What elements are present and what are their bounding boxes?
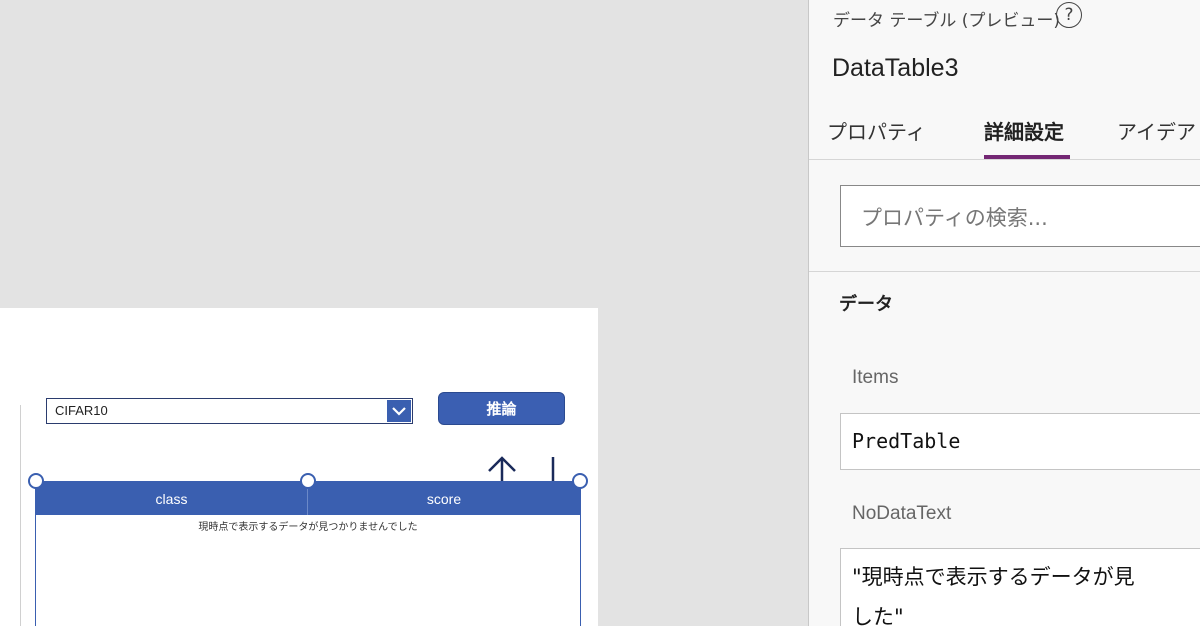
left-strip [0,405,21,626]
items-value: PredTable [852,429,961,453]
tab-advanced[interactable]: 詳細設定 [984,116,1064,145]
nodatatext-line-1: "現時点で表示するデータが見 [852,565,1135,589]
nodatatext-formula-field[interactable]: "現時点で表示するデータが見 した" [840,548,1200,626]
help-icon[interactable]: ? [1056,2,1082,28]
panel-tabs: プロパティ 詳細設定 アイデア [809,110,1200,160]
property-search-input[interactable]: プロパティの検索... [840,185,1200,247]
data-table[interactable]: class score 現時点で表示するデータが見つかりませんでした [35,481,581,626]
properties-panel: データ テーブル (プレビュー) ? DataTable3 プロパティ 詳細設定… [808,0,1200,626]
section-title-data: データ [839,294,893,315]
nodatatext-line-2: した" [852,605,904,626]
items-formula-field[interactable]: PredTable [840,413,1200,470]
design-canvas: CIFAR10 推論 class score 現時点で表示するデータが見つかりま… [0,0,808,626]
no-data-message: 現時点で表示するデータが見つかりませんでした [198,522,418,533]
dataset-dropdown[interactable]: CIFAR10 [46,398,413,424]
search-placeholder: プロパティの検索... [861,206,1048,230]
control-type-label: データ テーブル (プレビュー) [833,11,1061,31]
tabs-divider [809,159,1200,160]
resize-handle-top-right[interactable] [572,473,588,489]
nodatatext-label: NoDataText [852,503,952,524]
chevron-down-icon[interactable] [387,400,411,422]
dropdown-value: CIFAR10 [55,403,108,418]
section-divider [809,271,1200,272]
resize-handle-top-left[interactable] [28,473,44,489]
tab-properties[interactable]: プロパティ [827,116,926,145]
tab-ideas[interactable]: アイデア [1117,116,1196,145]
nodatatext-value: "現時点で表示するデータが見 した" [852,557,1200,626]
infer-button[interactable]: 推論 [438,392,565,425]
column-header-score[interactable]: score [308,482,580,515]
column-header-class[interactable]: class [36,482,308,515]
control-name[interactable]: DataTable3 [832,54,958,83]
items-label: Items [852,367,899,388]
resize-handle-top-center[interactable] [300,473,316,489]
